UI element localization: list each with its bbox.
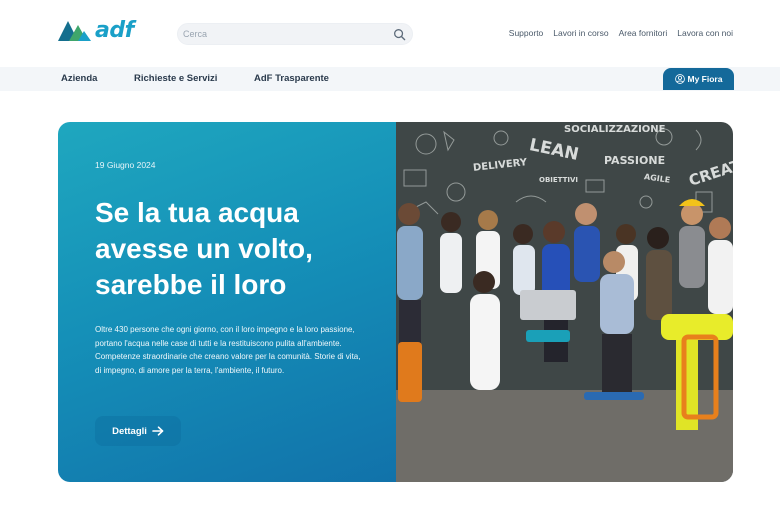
hero-title: Se la tua acqua avesse un volto, sarebbe… xyxy=(95,197,313,300)
hero-card: 19 Giugno 2024 Se la tua acqua avesse un… xyxy=(58,122,733,482)
arrow-right-icon xyxy=(152,426,164,436)
person-back-1 xyxy=(397,203,423,360)
hero-text-panel: 19 Giugno 2024 Se la tua acqua avesse un… xyxy=(58,122,396,482)
person-back-6 xyxy=(574,203,600,282)
top-header: adf Supporto Lavori in corso Area fornit… xyxy=(0,0,780,66)
search-icon[interactable] xyxy=(393,28,406,41)
details-button[interactable]: Dettagli xyxy=(95,416,181,446)
hero-date: 19 Giugno 2024 xyxy=(95,160,156,170)
logo-mark-icon xyxy=(58,21,91,41)
team-group-figures xyxy=(397,199,733,430)
my-fiora-label: My Fiora xyxy=(687,74,723,84)
chair-blue-2 xyxy=(584,392,644,400)
person-back-8 xyxy=(646,227,672,320)
link-lavori-in-corso[interactable]: Lavori in corso xyxy=(553,28,608,38)
logo[interactable]: adf xyxy=(58,17,134,43)
nav-item-azienda[interactable]: Azienda xyxy=(61,73,97,84)
person-back-4 xyxy=(513,224,535,295)
person-back-9 xyxy=(679,199,705,288)
laptop xyxy=(520,290,576,320)
nav-item-richieste-servizi[interactable]: Richieste e Servizi xyxy=(134,73,217,84)
user-icon xyxy=(674,74,685,84)
link-area-fornitori[interactable]: Area fornitori xyxy=(619,28,668,38)
search-input[interactable] xyxy=(178,24,378,44)
person-front-3 xyxy=(661,314,733,430)
my-fiora-button[interactable]: My Fiora xyxy=(663,68,734,90)
person-back-10 xyxy=(708,217,733,314)
search-box[interactable] xyxy=(177,23,413,45)
nav-item-adf-trasparente[interactable]: AdF Trasparente xyxy=(254,73,329,84)
hero-body: Oltre 430 persone che ogni giorno, con i… xyxy=(95,325,361,375)
link-supporto[interactable]: Supporto xyxy=(509,28,544,38)
link-lavora-con-noi[interactable]: Lavora con noi xyxy=(677,28,733,38)
chair-blue xyxy=(526,330,570,342)
hero-photo: SOCIALIZZAZIONE LEAN PASSIONE DELIVERY C… xyxy=(396,122,733,482)
chair-orange-1 xyxy=(398,342,422,402)
person-back-2 xyxy=(440,212,462,293)
person-front-1 xyxy=(470,271,500,390)
utility-links: Supporto Lavori in corso Area fornitori … xyxy=(509,28,733,38)
details-button-label: Dettagli xyxy=(112,425,147,437)
logo-text: adf xyxy=(95,17,134,43)
